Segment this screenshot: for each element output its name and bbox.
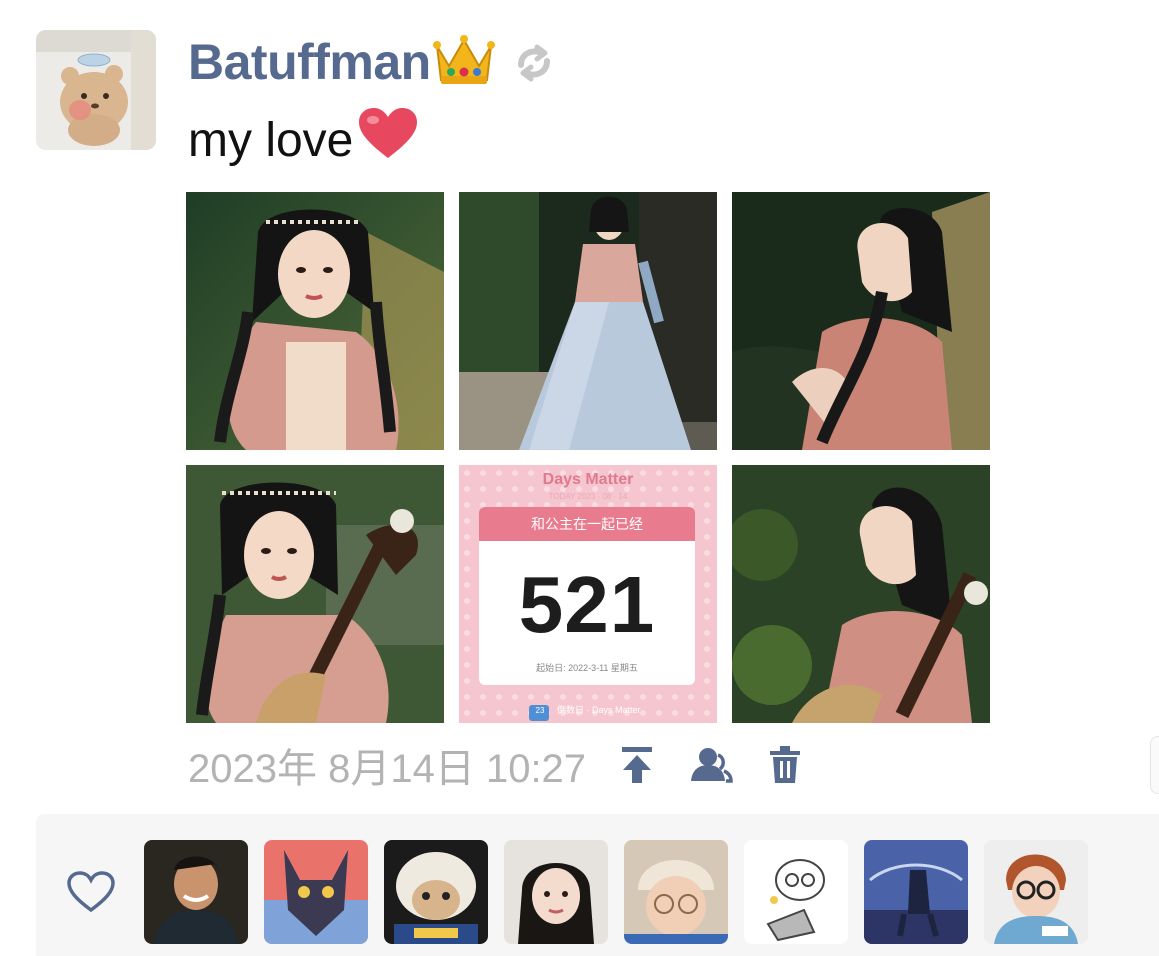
visibility-icon[interactable] [688, 745, 734, 785]
moments-post: Batuffman my love Days Matter TODAY 2023… [0, 0, 1159, 956]
post-text: my love [188, 108, 419, 172]
author-name[interactable]: Batuffman [188, 33, 431, 91]
author-avatar[interactable] [36, 30, 156, 150]
pin-top-icon[interactable] [620, 745, 654, 785]
days-matter-app-label: 倒数日 · Days Matter [556, 705, 641, 715]
liker-avatar-1[interactable] [144, 840, 248, 944]
delete-icon[interactable] [768, 745, 802, 785]
days-count: 521 [518, 560, 656, 649]
days-matter-card[interactable]: Days Matter TODAY 2023 · 08 · 14 和公主在一起已… [459, 465, 717, 723]
liker-avatar-5[interactable] [624, 840, 728, 944]
post-timestamp: 2023年 8月14日 10:27 [188, 747, 587, 791]
liker-avatar-7[interactable] [864, 840, 968, 944]
liker-avatar-3[interactable] [384, 840, 488, 944]
days-matter-counter: 521 起始日: 2022-3-11 星期五 [479, 541, 695, 685]
crown-emoji-icon [432, 32, 495, 93]
post-text-content: my love [188, 113, 354, 167]
post-photo-2[interactable] [459, 192, 717, 450]
post-photo-4[interactable] [186, 465, 444, 723]
liker-avatar-6[interactable] [744, 840, 848, 944]
days-matter-title: Days Matter [542, 471, 634, 488]
heart-outline-icon[interactable] [66, 870, 116, 919]
sync-icon [511, 43, 557, 88]
liker-avatar-2[interactable] [264, 840, 368, 944]
likes-panel [36, 814, 1159, 956]
liker-avatar-8[interactable] [984, 840, 1088, 944]
post-photo-6[interactable] [732, 465, 990, 723]
post-photo-3[interactable] [732, 192, 990, 450]
author-row: Batuffman [188, 30, 557, 94]
post-meta-row: 2023年 8月14日 10:27 [188, 740, 802, 791]
days-matter-footer: 23 倒数日 · Days Matter [459, 703, 717, 716]
liker-avatar-4[interactable] [504, 840, 608, 944]
post-photo-1[interactable] [186, 192, 444, 450]
days-matter-today: TODAY 2023 · 08 · 14 [548, 492, 628, 501]
calendar-day: 23 [535, 706, 545, 715]
days-matter-event: 和公主在一起已经 [479, 507, 695, 541]
side-handle[interactable] [1150, 736, 1159, 794]
days-start-date: 起始日: 2022-3-11 星期五 [536, 663, 638, 673]
heart-emoji-icon [357, 106, 419, 174]
